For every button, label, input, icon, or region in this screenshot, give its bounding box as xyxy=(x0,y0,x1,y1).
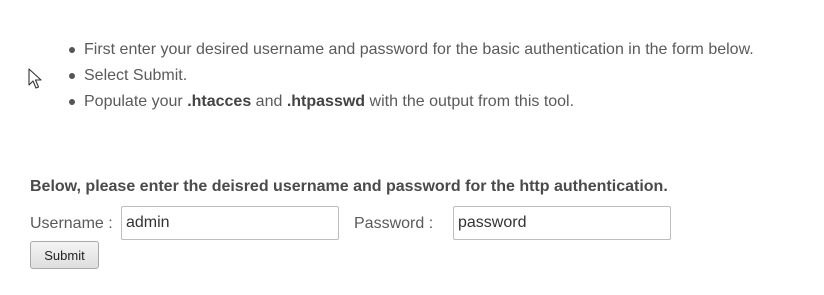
form-heading: Below, please enter the deisred username… xyxy=(30,178,668,195)
instruction-item: Populate your .htacces and .htpasswd wit… xyxy=(66,89,816,115)
mouse-pointer-icon xyxy=(28,68,42,89)
username-input[interactable] xyxy=(121,206,339,240)
submit-button[interactable]: Submit xyxy=(30,241,99,269)
instruction-text: Populate your xyxy=(84,93,188,110)
password-label: Password : xyxy=(354,215,434,232)
htaccess-filename: .htacces xyxy=(187,93,252,110)
instruction-text: with the output from this tool. xyxy=(365,93,575,110)
password-input[interactable] xyxy=(453,206,671,240)
username-label: Username : xyxy=(30,215,113,232)
htpasswd-filename: .htpasswd xyxy=(286,93,366,110)
instruction-item: Select Submit. xyxy=(66,63,816,89)
instruction-text: and xyxy=(251,93,287,110)
instructions-list: First enter your desired username and pa… xyxy=(66,37,816,115)
instruction-item: First enter your desired username and pa… xyxy=(66,37,816,63)
